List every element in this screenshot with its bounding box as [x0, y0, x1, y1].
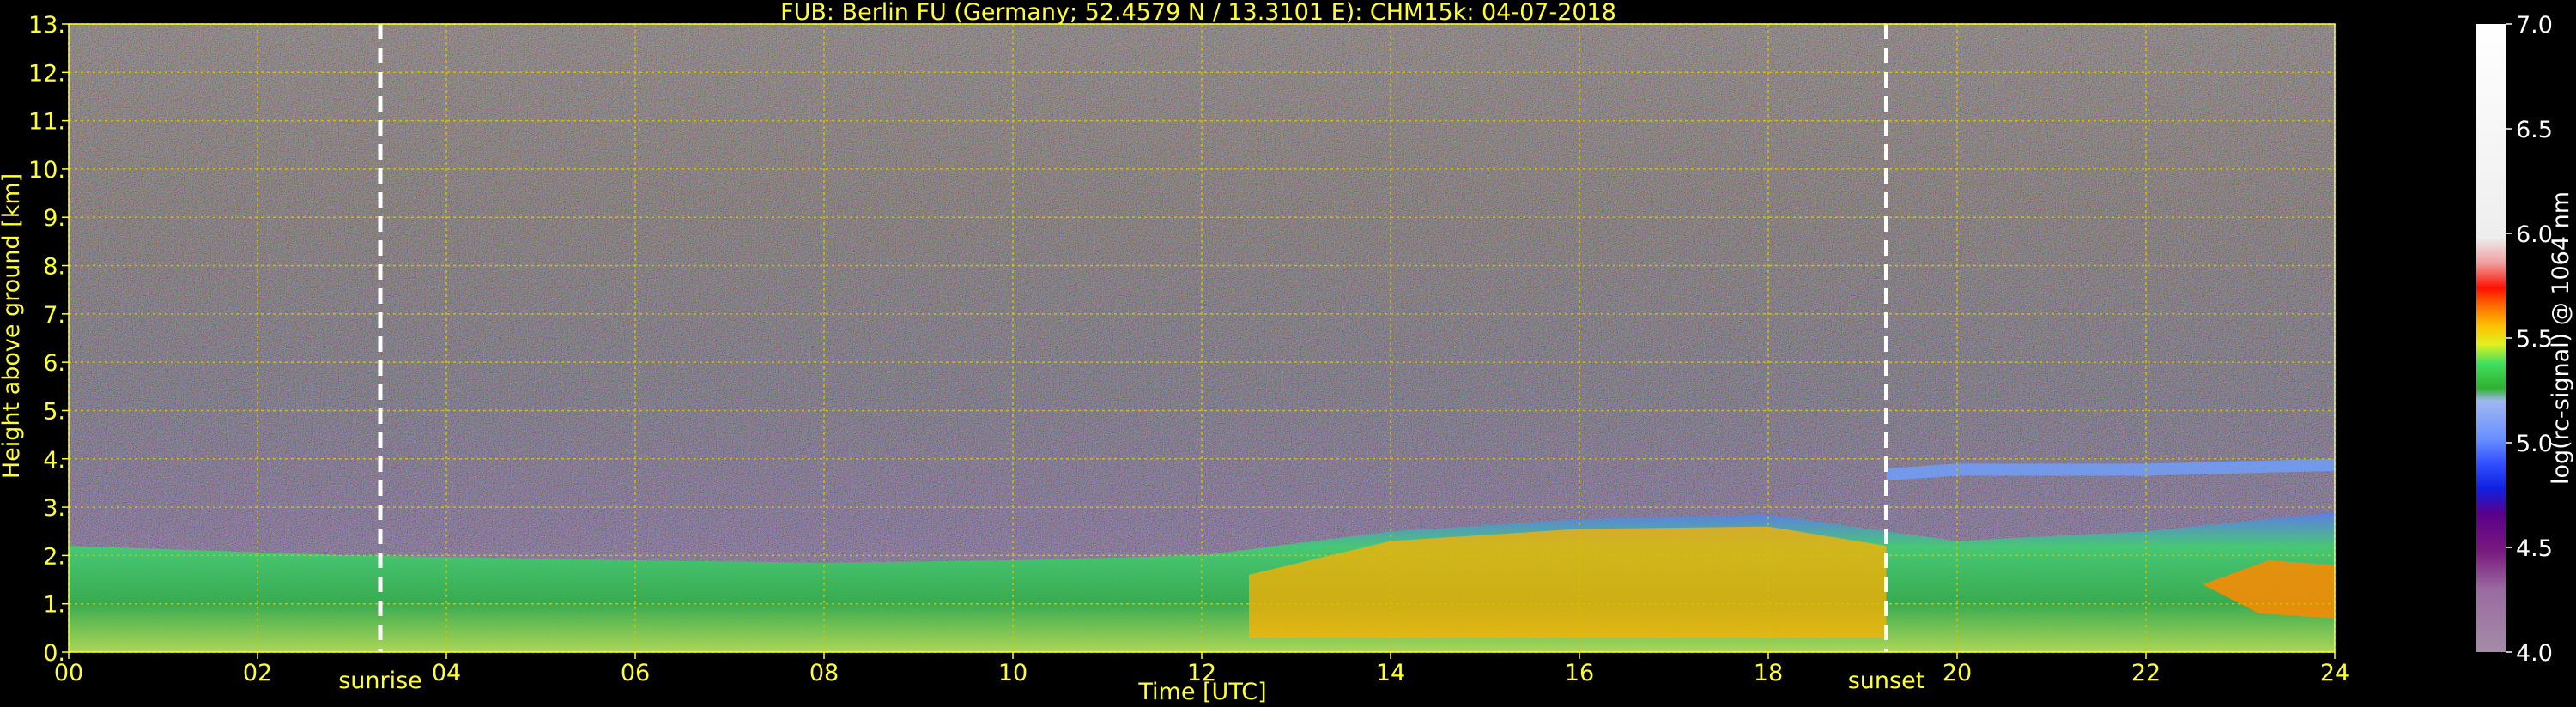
y-tick-label: 7.: [43, 302, 65, 329]
sunset-label: sunset: [1848, 668, 1925, 694]
x-axis-label: Time [UTC]: [1137, 679, 1266, 705]
colorbar-ticks: 4.04.55.05.56.06.57.0: [2506, 12, 2553, 667]
y-tick-label: 4.: [43, 447, 65, 474]
x-tick-label: 02: [243, 660, 272, 686]
x-tick-label: 10: [998, 660, 1027, 686]
y-tick-label: 8.: [43, 254, 65, 281]
x-tick-label: 22: [2131, 660, 2161, 686]
y-axis-label: Height above ground [km]: [0, 173, 25, 479]
colorbar: [2476, 24, 2506, 652]
y-tick-label: 1.: [43, 592, 65, 619]
colorbar-tick-label: 4.0: [2516, 640, 2553, 667]
sunrise-label: sunrise: [338, 668, 422, 694]
colorbar-tick-label: 4.5: [2516, 535, 2553, 562]
y-tick-label: 10.: [28, 157, 65, 184]
x-tick-label: 08: [809, 660, 839, 686]
x-tick-label: 18: [1754, 660, 1783, 686]
chart-title: FUB: Berlin FU (Germany; 52.4579 N / 13.…: [780, 0, 1616, 26]
x-tick-label: 04: [432, 660, 461, 686]
y-tick-label: 0.: [43, 640, 65, 667]
y-tick-label: 2.: [43, 543, 65, 570]
x-tick-label: 20: [1943, 660, 1972, 686]
ceilometer-chart: sunrise sunset 00 02 04 06 08 10 12 14 16 18 20 22 24…: [0, 0, 2574, 705]
x-tick-label: 24: [2320, 660, 2349, 686]
colorbar-label: log(rc-signal) @ 1064 nm: [2548, 191, 2574, 485]
y-tick-label: 11.: [28, 109, 65, 136]
colorbar-tick-label: 6.5: [2516, 117, 2553, 143]
x-tick-label: 16: [1565, 660, 1594, 686]
x-tick-label: 14: [1376, 660, 1405, 686]
colorbar-tick-label: 7.0: [2516, 12, 2553, 39]
y-tick-label: 6.: [43, 350, 65, 377]
y-tick-label: 12.: [28, 60, 65, 87]
y-tick-label: 5.: [43, 398, 65, 425]
y-tick-label: 9.: [43, 205, 65, 232]
y-axis-ticks: 0. 1. 2. 3. 4. 5. 6. 7. 8. 9. 10. 11. 12. 13.: [28, 12, 69, 667]
x-tick-label: 06: [621, 660, 650, 686]
y-tick-label: 13.: [28, 12, 65, 39]
y-tick-label: 3.: [43, 495, 65, 522]
